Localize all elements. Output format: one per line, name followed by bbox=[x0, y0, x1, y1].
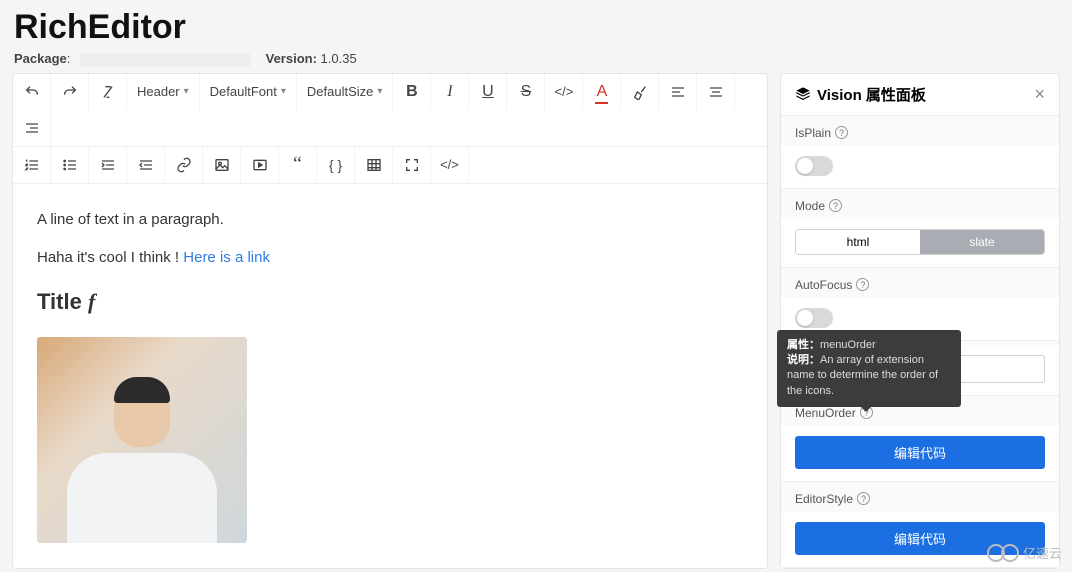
edit-code-button[interactable]: 编辑代码 bbox=[795, 436, 1045, 469]
link-button[interactable] bbox=[165, 147, 203, 183]
size-dropdown[interactable]: DefaultSize▾ bbox=[297, 74, 394, 110]
underline-button[interactable]: U bbox=[469, 74, 507, 110]
code-inline-button[interactable]: </> bbox=[545, 74, 583, 110]
layers-icon bbox=[795, 86, 811, 102]
unordered-list-button[interactable] bbox=[51, 147, 89, 183]
indent-button[interactable] bbox=[89, 147, 127, 183]
content-image[interactable] bbox=[37, 337, 247, 543]
strike-button[interactable]: S bbox=[507, 74, 545, 110]
align-left-button[interactable] bbox=[659, 74, 697, 110]
image-button[interactable] bbox=[203, 147, 241, 183]
autofocus-toggle[interactable] bbox=[795, 308, 833, 328]
prop-label-mode: Mode? bbox=[795, 197, 1045, 213]
package-value-blurred bbox=[80, 53, 250, 67]
header-dropdown[interactable]: Header▾ bbox=[127, 74, 200, 110]
panel-title: Vision 属性面板 bbox=[795, 84, 926, 105]
help-icon[interactable]: ? bbox=[856, 278, 869, 291]
code-block-button[interactable]: { } bbox=[317, 147, 355, 183]
text-color-button[interactable]: A bbox=[583, 74, 621, 110]
prop-label-isplain: IsPlain? bbox=[795, 124, 1045, 140]
help-icon[interactable]: ? bbox=[857, 492, 870, 505]
paragraph-line[interactable]: Haha it's cool I think ! Here is a link bbox=[37, 246, 743, 270]
watermark-logo-icon bbox=[1001, 544, 1019, 562]
highlight-button[interactable] bbox=[621, 74, 659, 110]
tooltip: 属性：menuOrder 说明：An array of extension na… bbox=[777, 330, 961, 408]
prop-label-editorstyle: EditorStyle? bbox=[795, 490, 1045, 506]
help-icon[interactable]: ? bbox=[829, 199, 842, 212]
isplain-toggle[interactable] bbox=[795, 156, 833, 176]
outdent-button[interactable] bbox=[127, 147, 165, 183]
content-heading[interactable]: Title f bbox=[37, 284, 743, 319]
help-icon[interactable]: ? bbox=[835, 126, 848, 139]
ordered-list-button[interactable] bbox=[13, 147, 51, 183]
align-center-button[interactable] bbox=[697, 74, 735, 110]
watermark: 亿速云 bbox=[987, 543, 1062, 562]
bold-button[interactable]: B bbox=[393, 74, 431, 110]
undo-button[interactable] bbox=[13, 74, 51, 110]
mode-option-html[interactable]: html bbox=[796, 230, 920, 254]
mode-segmented[interactable]: html slate bbox=[795, 229, 1045, 255]
fullscreen-button[interactable] bbox=[393, 147, 431, 183]
italic-button[interactable]: I bbox=[431, 74, 469, 110]
editor-content[interactable]: A line of text in a paragraph. Haha it's… bbox=[13, 184, 767, 567]
video-button[interactable] bbox=[241, 147, 279, 183]
prop-label-autofocus: AutoFocus? bbox=[795, 276, 1045, 292]
content-link[interactable]: Here is a link bbox=[183, 249, 270, 266]
editor-container: Header▾ DefaultFont▾ DefaultSize▾ B I U … bbox=[12, 73, 768, 569]
font-dropdown[interactable]: DefaultFont▾ bbox=[200, 74, 297, 110]
package-meta: Package: Version: 1.0.35 bbox=[14, 51, 1058, 67]
clear-format-button[interactable] bbox=[89, 74, 127, 110]
align-right-button[interactable] bbox=[13, 110, 51, 146]
toolbar: Header▾ DefaultFont▾ DefaultSize▾ B I U … bbox=[13, 74, 767, 184]
paragraph-line[interactable]: A line of text in a paragraph. bbox=[37, 208, 743, 232]
properties-panel: Vision 属性面板 × IsPlain? Mode? html slate … bbox=[780, 73, 1060, 569]
source-button[interactable]: </> bbox=[431, 147, 469, 183]
quote-button[interactable]: “ bbox=[279, 147, 317, 183]
app-title: RichEditor bbox=[14, 8, 1058, 47]
table-button[interactable] bbox=[355, 147, 393, 183]
close-icon[interactable]: × bbox=[1034, 84, 1045, 105]
mode-option-slate[interactable]: slate bbox=[920, 230, 1044, 254]
redo-button[interactable] bbox=[51, 74, 89, 110]
